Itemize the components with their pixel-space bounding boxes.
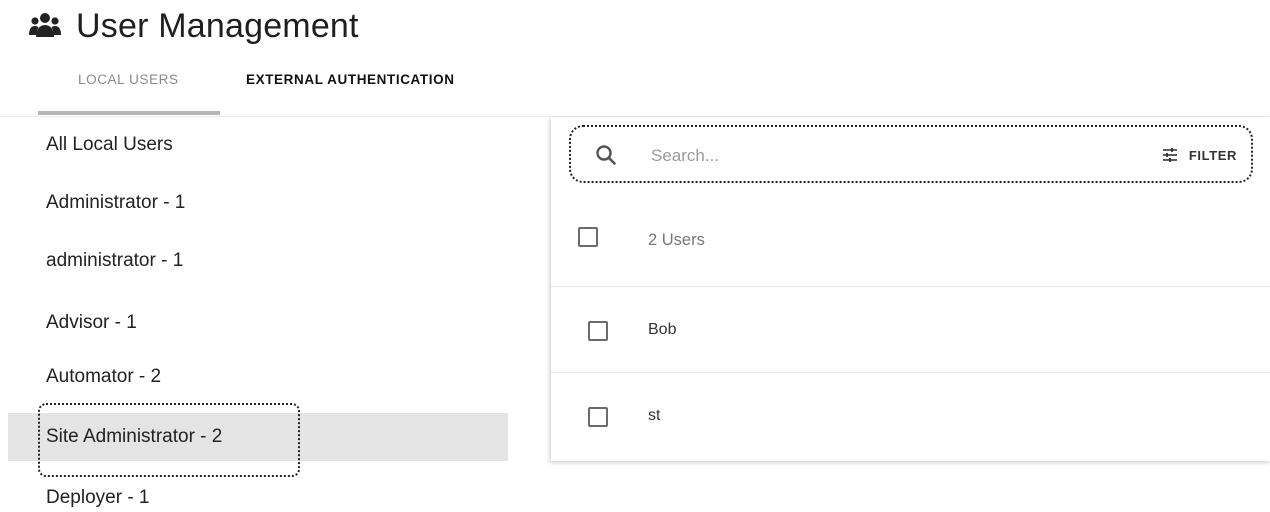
sliders-icon (1162, 148, 1177, 162)
user-management-page: User Management LOCAL USERS EXTERNAL AUT… (0, 0, 1270, 512)
tab-local-users[interactable]: LOCAL USERS (38, 64, 220, 115)
row-checkbox[interactable] (588, 321, 608, 341)
row-checkbox[interactable] (588, 407, 608, 427)
user-name: Bob (648, 321, 677, 338)
select-all-checkbox[interactable] (578, 227, 598, 247)
users-icon (29, 13, 61, 37)
sidebar-item-automator[interactable]: Automator - 2 (8, 353, 508, 401)
sidebar-item-label: Site Administrator - 2 (46, 426, 223, 447)
select-all-row: 2 Users (551, 205, 1270, 287)
sidebar-item-deployer[interactable]: Deployer - 1 (8, 474, 508, 512)
table-row[interactable]: st (551, 373, 1270, 459)
sidebar-item-administrator[interactable]: Administrator - 1 (8, 179, 508, 227)
page-header: User Management (28, 4, 359, 48)
search-icon (596, 145, 616, 165)
filter-label: FILTER (1188, 147, 1237, 163)
sidebar-item-site-administrator[interactable]: Site Administrator - 2 (8, 413, 508, 461)
sidebar-item-label: Administrator - 1 (46, 192, 186, 213)
sidebar-item-administrator-lowercase[interactable]: administrator - 1 (8, 237, 508, 285)
active-tab-indicator (38, 111, 220, 115)
search-input[interactable] (649, 141, 1033, 171)
tab-bar: LOCAL USERS EXTERNAL AUTHENTICATION (38, 64, 455, 116)
user-name: st (648, 407, 661, 424)
sidebar-item-all-local-users[interactable]: All Local Users (8, 121, 508, 169)
page-title: User Management (76, 6, 359, 45)
sidebar-item-advisor[interactable]: Advisor - 1 (8, 299, 508, 347)
user-count: 2 Users (648, 231, 705, 249)
tab-external-authentication-label: EXTERNAL AUTHENTICATION (246, 72, 455, 87)
search-bar: FILTER (569, 125, 1253, 183)
sidebar-item-label: Advisor - 1 (46, 312, 137, 333)
sidebar-item-label: Automator - 2 (46, 366, 162, 387)
sidebar-item-label: Deployer - 1 (46, 487, 150, 508)
sidebar-item-label: administrator - 1 (46, 250, 184, 271)
user-list-panel: FILTER 2 Users Bob st (551, 117, 1270, 461)
tab-external-authentication[interactable]: EXTERNAL AUTHENTICATION (246, 64, 455, 108)
sidebar-item-label: All Local Users (46, 134, 173, 155)
tab-local-users-label: LOCAL USERS (78, 72, 179, 87)
table-row[interactable]: Bob (551, 287, 1270, 373)
filter-button[interactable]: FILTER (1161, 141, 1237, 169)
